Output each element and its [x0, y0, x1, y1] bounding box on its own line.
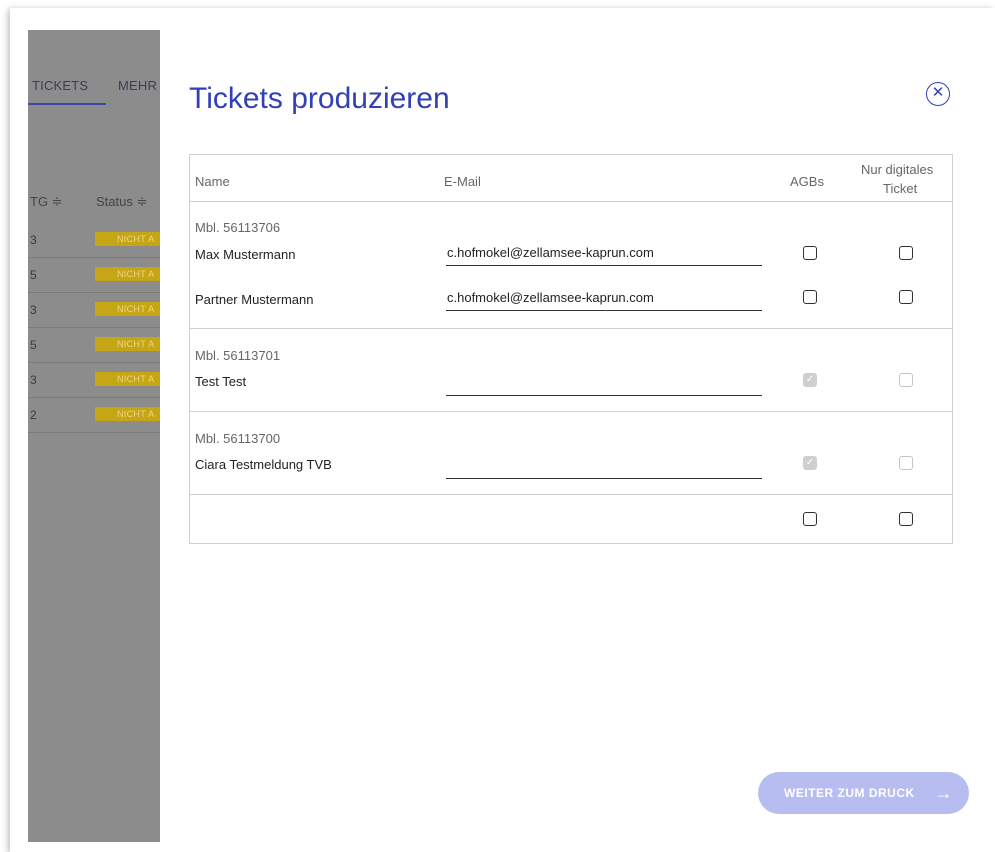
divider — [190, 201, 952, 202]
select-all-agb-checkbox[interactable] — [803, 512, 817, 526]
background-row: 3 NICHT A — [28, 293, 160, 328]
email-field[interactable]: c.hofmokel@zellamsee-kaprun.com — [446, 244, 762, 266]
row-tg-value: 3 — [30, 373, 37, 387]
status-badge: NICHT A — [95, 407, 160, 421]
continue-to-print-label: WEITER ZUM DRUCK — [784, 786, 915, 800]
divider — [190, 411, 952, 412]
status-badge: NICHT A — [95, 302, 160, 316]
agb-checkbox[interactable] — [803, 290, 817, 304]
background-row: 3 NICHT A — [28, 223, 160, 258]
row-tg-value: 5 — [30, 268, 37, 282]
person-name: Ciara Testmeldung TVB — [195, 457, 332, 472]
row-tg-value: 3 — [30, 303, 37, 317]
agb-checkbox[interactable]: ✓ — [803, 456, 817, 470]
column-header-digital-line2: Ticket — [883, 181, 918, 196]
tab-tickets: TICKETS — [32, 78, 89, 93]
digital-ticket-checkbox[interactable] — [899, 290, 913, 304]
column-header-email: E-Mail — [444, 174, 481, 189]
email-field[interactable]: c.hofmokel@zellamsee-kaprun.com — [446, 289, 762, 311]
column-header-name: Name — [195, 174, 230, 189]
background-row: 5 NICHT A — [28, 258, 160, 293]
row-tg-value: 5 — [30, 338, 37, 352]
tickets-table: Name E-Mail AGBs Nur digitales Ticket Mb… — [189, 154, 953, 544]
active-tab-underline — [28, 103, 106, 105]
close-icon[interactable]: ✕ — [926, 82, 950, 106]
divider — [190, 328, 952, 329]
status-badge: NICHT A — [95, 267, 160, 281]
digital-ticket-checkbox[interactable] — [899, 246, 913, 260]
person-name: Partner Mustermann — [195, 292, 314, 307]
column-header-agbs: AGBs — [790, 174, 824, 189]
arrow-right-icon: → — [934, 783, 953, 803]
background-row: 2 NICHT A — [28, 398, 160, 433]
email-field[interactable] — [446, 457, 762, 479]
person-name: Max Mustermann — [195, 247, 296, 262]
column-header-digital-line1: Nur digitales — [861, 162, 934, 177]
divider — [190, 494, 952, 495]
digital-ticket-checkbox[interactable] — [899, 456, 913, 470]
status-badge: NICHT A — [95, 372, 160, 386]
agb-checkbox[interactable]: ✓ — [803, 373, 817, 387]
person-name: Test Test — [195, 374, 247, 389]
header-tg: TG ≑ — [30, 194, 63, 209]
header-status: Status ≑ — [96, 194, 148, 209]
background-row: 3 NICHT A — [28, 363, 160, 398]
background-page: TICKETS MEHR TG ≑ Status ≑ 3 NICHT A 5 N… — [28, 30, 160, 842]
status-badge: NICHT A — [95, 337, 160, 351]
booking-number: Mbl. 56113700 — [195, 431, 281, 446]
select-all-digital-checkbox[interactable] — [899, 512, 913, 526]
booking-number: Mbl. 56113701 — [195, 348, 281, 363]
tab-mehr: MEHR — [118, 78, 158, 93]
row-tg-value: 2 — [30, 408, 37, 422]
modal-title: Tickets produzieren — [189, 82, 450, 115]
continue-to-print-button[interactable]: WEITER ZUM DRUCK → — [758, 772, 969, 814]
digital-ticket-checkbox[interactable] — [899, 373, 913, 387]
email-field[interactable] — [446, 374, 762, 396]
status-badge: NICHT A — [95, 232, 160, 246]
row-tg-value: 3 — [30, 233, 37, 247]
background-row: 5 NICHT A — [28, 328, 160, 363]
agb-checkbox[interactable] — [803, 246, 817, 260]
booking-number: Mbl. 56113706 — [195, 220, 281, 235]
